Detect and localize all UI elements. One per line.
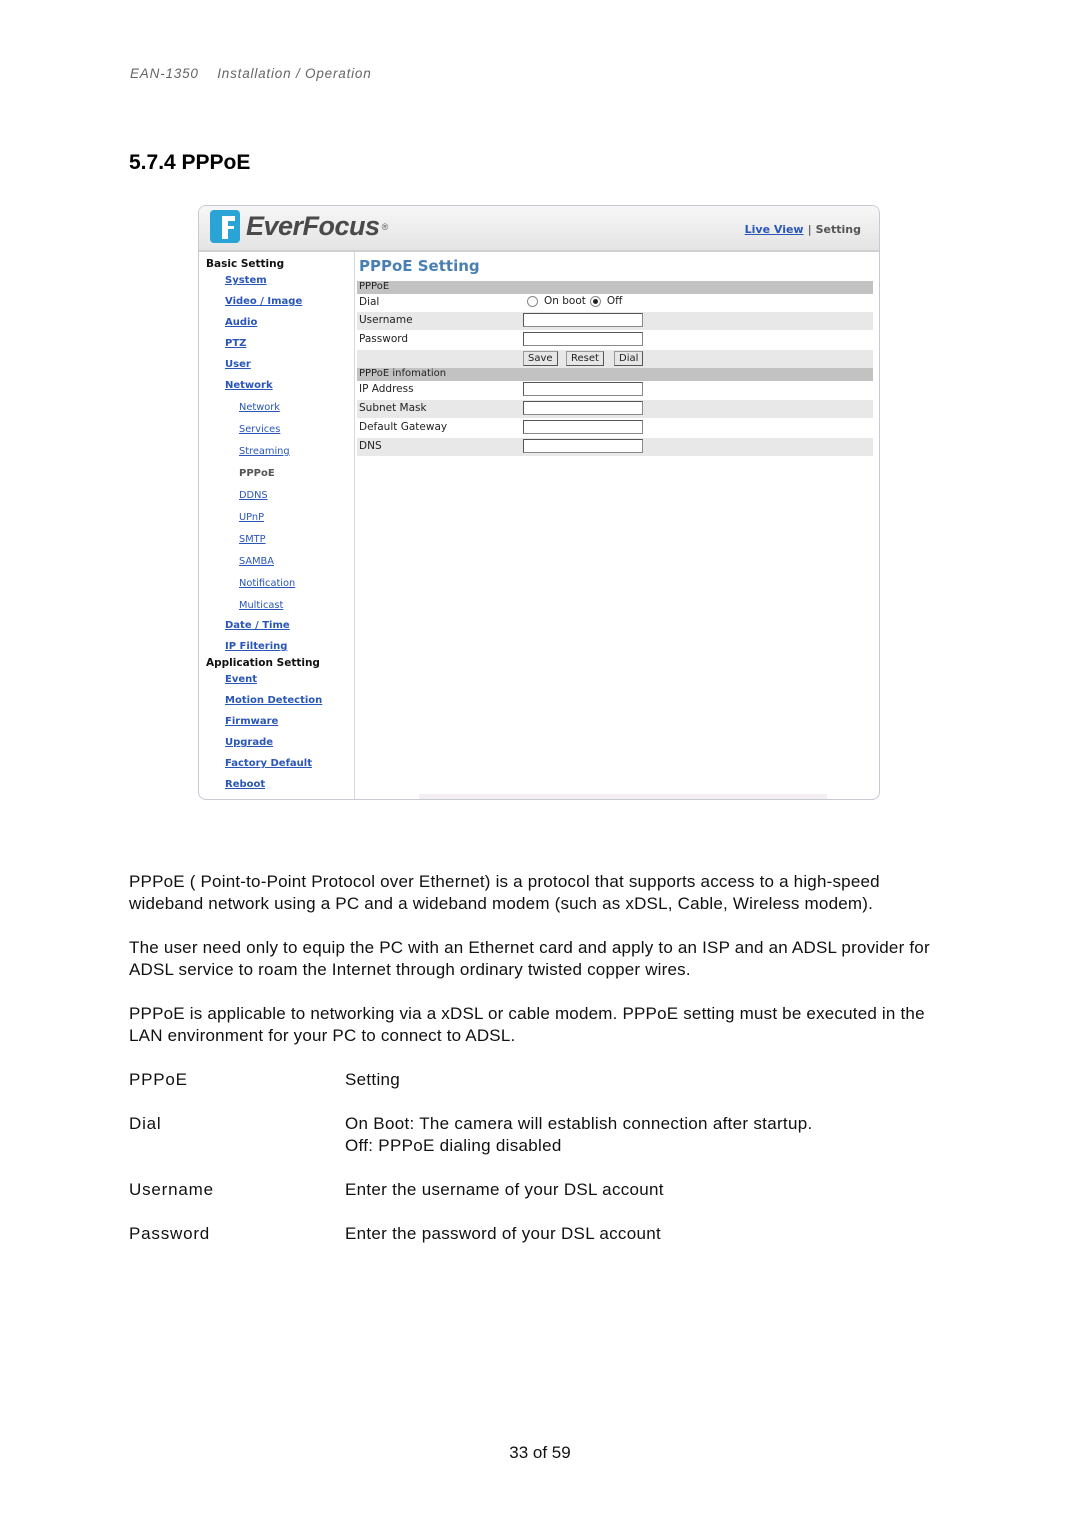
sidebar: Basic Setting System Video / Image Audio… [199, 252, 355, 799]
definition-term: Username [129, 1180, 214, 1199]
sidebar-subitem-multicast[interactable]: Multicast [239, 600, 283, 611]
page-number: 33 of 59 [509, 1443, 571, 1462]
page-heading: PPPoE Setting [359, 257, 480, 275]
brand-logo: EverFocus ® [210, 210, 388, 243]
ip-address-input[interactable] [523, 382, 643, 396]
sidebar-subitem-notification[interactable]: Notification [239, 578, 295, 589]
sidebar-item-reboot[interactable]: Reboot [225, 779, 265, 790]
dial-row: Dial On boot Off [357, 294, 873, 312]
paragraph-requirements: The user need only to equip the PC with … [129, 938, 930, 979]
sidebar-subitem-upnp[interactable]: UPnP [239, 512, 264, 523]
sidebar-subitem-streaming[interactable]: Streaming [239, 446, 290, 457]
section-title: 5.7.4 PPPoE [129, 151, 251, 174]
definition-desc: On Boot: The camera will establish conne… [345, 1114, 813, 1133]
sidebar-subitem-ddns[interactable]: DDNS [239, 490, 268, 501]
paragraph-intro: PPPoE ( Point-to-Point Protocol over Eth… [129, 872, 880, 913]
button-row: Save Reset Dial [357, 350, 873, 368]
horizontal-scrollbar[interactable] [419, 794, 827, 799]
definition-desc: Enter the password of your DSL account [345, 1224, 661, 1243]
brand-name: EverFocus [246, 211, 380, 241]
sidebar-item-event[interactable]: Event [225, 674, 257, 685]
section-label: PPPoE [359, 281, 390, 292]
document-title: Installation / Operation [217, 66, 372, 81]
sidebar-item-motion-detection[interactable]: Motion Detection [225, 695, 322, 706]
dial-button[interactable]: Dial [614, 351, 644, 366]
username-input[interactable] [523, 313, 643, 327]
setting-current: Setting [815, 223, 861, 236]
dial-on-boot-radio[interactable] [527, 295, 538, 307]
dial-radio-group: On boot Off [527, 295, 626, 307]
definition-desc: Off: PPPoE dialing disabled [345, 1136, 562, 1155]
default-gateway-label: Default Gateway [359, 421, 448, 433]
subnet-mask-row: Subnet Mask [357, 400, 873, 418]
subnet-mask-input[interactable] [523, 401, 643, 415]
ip-address-row: IP Address [357, 381, 873, 399]
sidebar-group-basic-setting: Basic Setting [206, 258, 285, 270]
live-view-link[interactable]: Live View [745, 223, 804, 236]
sidebar-item-user[interactable]: User [225, 359, 251, 370]
dns-label: DNS [359, 440, 382, 452]
everfocus-logo-icon [210, 210, 240, 243]
sidebar-item-video-image[interactable]: Video / Image [225, 296, 302, 307]
running-header: EAN-1350 Installation / Operation [130, 66, 372, 81]
default-gateway-row: Default Gateway [357, 419, 873, 437]
sidebar-item-upgrade[interactable]: Upgrade [225, 737, 273, 748]
definition-term: Dial [129, 1114, 162, 1133]
username-label: Username [359, 314, 413, 326]
definition-term: Password [129, 1224, 211, 1243]
registered-mark: ® [381, 221, 389, 232]
sidebar-item-date-time[interactable]: Date / Time [225, 620, 290, 631]
sidebar-subitem-services[interactable]: Services [239, 424, 280, 435]
dial-on-boot-label: On boot [544, 295, 586, 307]
sidebar-subitem-network[interactable]: Network [239, 402, 280, 413]
reset-button[interactable]: Reset [566, 351, 604, 366]
pppoe-section-header: PPPoE [357, 281, 873, 294]
app-header: EverFocus ® Live View | Setting [199, 206, 879, 252]
sidebar-subitem-pppoe-active[interactable]: PPPoE [239, 468, 275, 479]
sidebar-item-ptz[interactable]: PTZ [225, 338, 246, 349]
password-label: Password [359, 333, 409, 345]
save-button[interactable]: Save [523, 351, 558, 366]
sidebar-item-firmware[interactable]: Firmware [225, 716, 278, 727]
username-row: Username [357, 312, 873, 330]
definition-term: PPPoE [129, 1070, 188, 1089]
paragraph-applicability: PPPoE is applicable to networking via a … [129, 1004, 925, 1045]
subnet-mask-label: Subnet Mask [359, 402, 427, 414]
sidebar-item-ip-filtering[interactable]: IP Filtering [225, 641, 287, 652]
dial-off-label: Off [606, 295, 623, 307]
sidebar-subitem-samba[interactable]: SAMBA [239, 556, 274, 567]
dns-input[interactable] [523, 439, 643, 453]
ip-address-label: IP Address [359, 383, 414, 395]
web-ui-screenshot: EverFocus ® Live View | Setting Basic Sett… [198, 205, 880, 800]
dns-row: DNS [357, 438, 873, 456]
definition-desc: Enter the username of your DSL account [345, 1180, 664, 1199]
sidebar-item-factory-default[interactable]: Factory Default [225, 758, 312, 769]
sidebar-group-application-setting: Application Setting [206, 657, 320, 669]
password-input[interactable] [523, 332, 643, 346]
sidebar-item-audio[interactable]: Audio [225, 317, 257, 328]
info-section-header: PPPoE infomation [357, 368, 873, 381]
sidebar-item-network[interactable]: Network [225, 380, 273, 391]
top-nav: Live View | Setting [745, 223, 861, 236]
nav-separator: | [807, 223, 812, 236]
password-row: Password [357, 331, 873, 349]
section-label: PPPoE infomation [359, 368, 447, 379]
dial-off-radio[interactable] [589, 295, 601, 307]
dial-label: Dial [359, 296, 380, 308]
definition-desc: Setting [345, 1070, 401, 1089]
document-id: EAN-1350 [130, 66, 199, 81]
sidebar-item-system[interactable]: System [225, 275, 267, 286]
sidebar-subitem-smtp[interactable]: SMTP [239, 534, 266, 545]
default-gateway-input[interactable] [523, 420, 643, 434]
